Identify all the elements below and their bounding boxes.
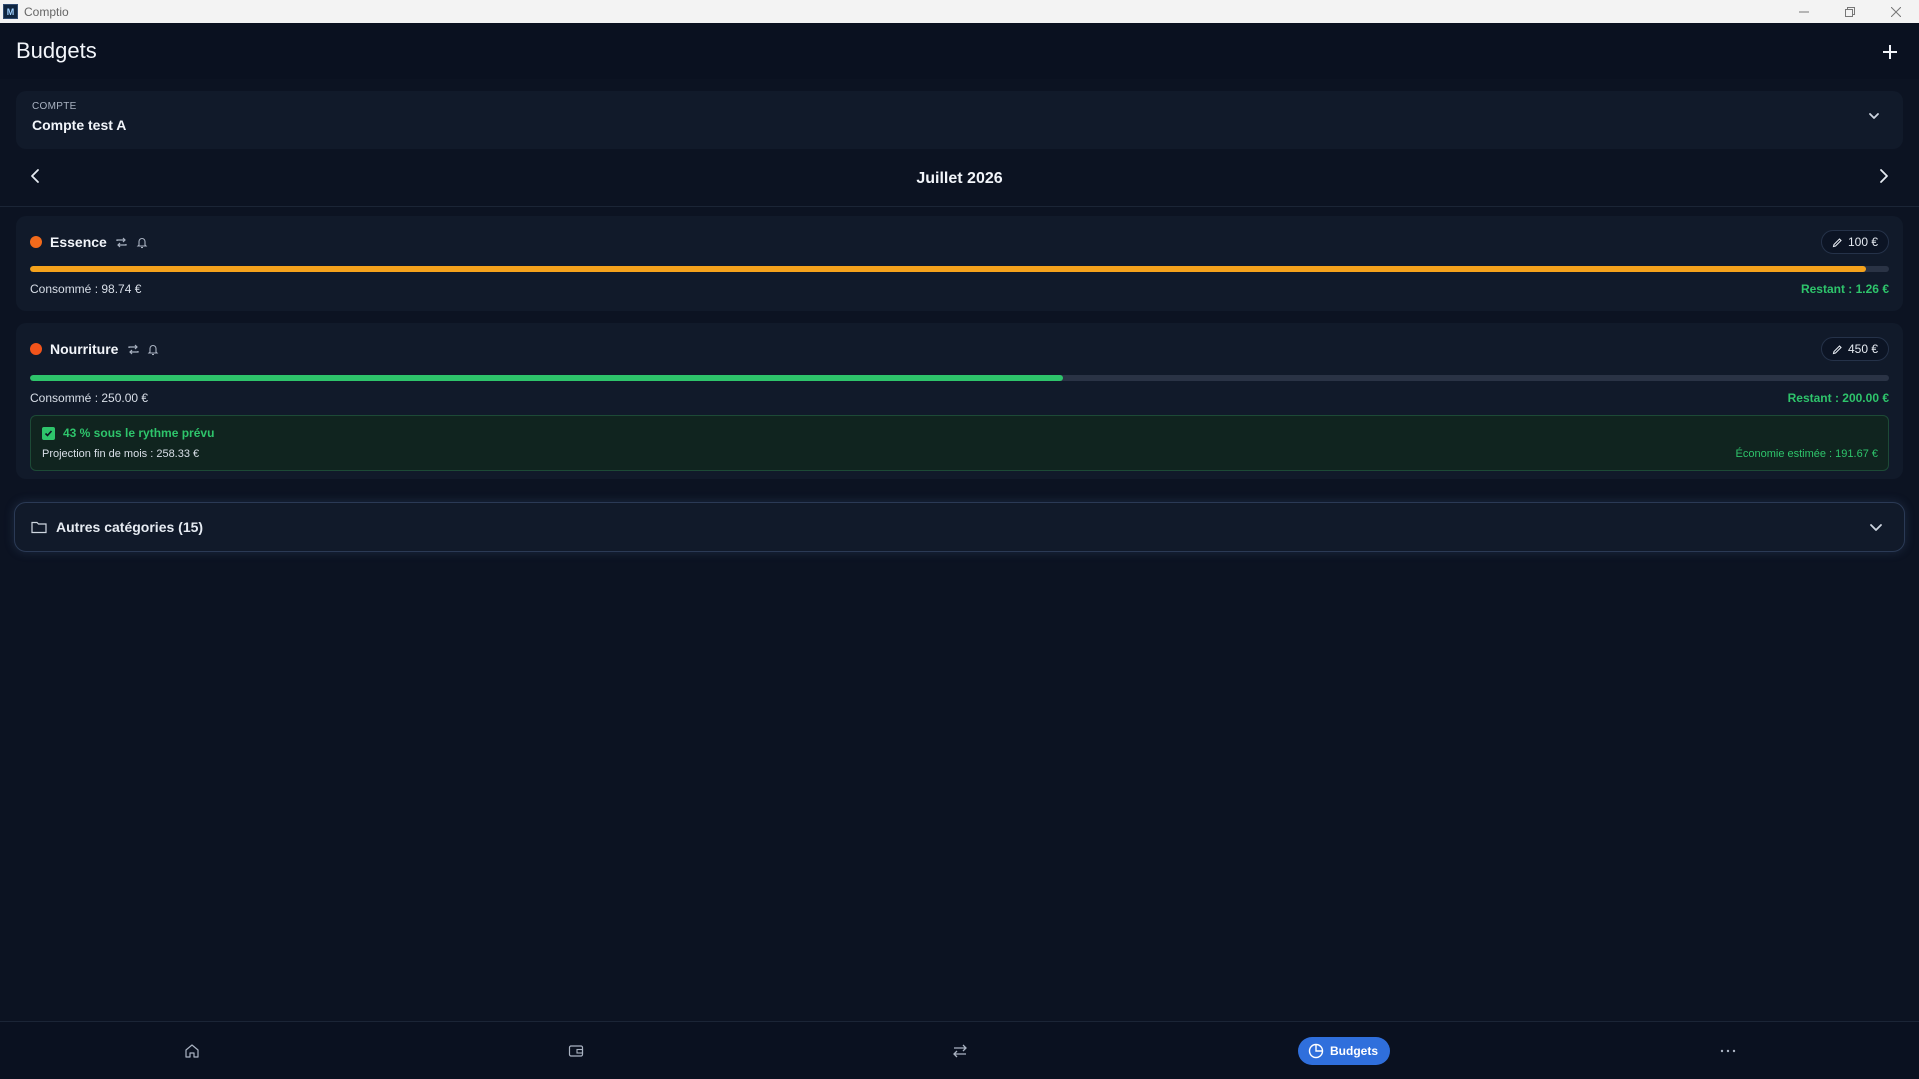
month-navigation: Juillet 2026 [0, 151, 1919, 207]
nav-budgets-label: Budgets [1330, 1044, 1378, 1058]
estimated-saving: Économie estimée : 191.67 € [1735, 448, 1878, 460]
home-icon [185, 1044, 199, 1058]
budget-progress-fill [30, 266, 1866, 272]
budget-card-header: Nourriture 450 € [30, 337, 1889, 361]
nav-more[interactable] [1708, 1022, 1748, 1079]
other-categories-label: Autres catégories (15) [56, 519, 204, 535]
app-logo-text: M [6, 6, 15, 17]
close-icon [1891, 6, 1901, 17]
account-value: Compte test A [32, 117, 127, 133]
page-title: Budgets [16, 38, 97, 63]
projection-subtitle: Projection fin de mois : 258.33 € [42, 448, 200, 460]
page-header: Budgets [0, 23, 1919, 79]
nav-home[interactable] [172, 1022, 212, 1079]
window-title: Comptio [24, 4, 69, 19]
pencil-icon [1832, 237, 1842, 247]
consumed-amount: Consommé : 98.74 € [30, 282, 142, 296]
edit-amount-button[interactable]: 100 € [1820, 230, 1889, 254]
app-logo-icon: M [3, 4, 18, 19]
minimize-icon [1799, 11, 1809, 12]
wallet-icon [568, 1045, 584, 1057]
folder-icon [31, 521, 47, 534]
pie-chart-icon [1308, 1043, 1324, 1059]
nav-wallet[interactable] [556, 1022, 596, 1079]
nav-transfers[interactable] [940, 1022, 980, 1079]
recurring-icon[interactable] [115, 235, 129, 249]
chevron-down-icon [1870, 524, 1882, 531]
bell-icon[interactable] [146, 342, 160, 356]
budget-progress-bar [30, 266, 1889, 272]
recurring-icon[interactable] [126, 342, 140, 356]
chevron-down-icon [1869, 113, 1879, 119]
budget-amount: 100 € [1847, 235, 1878, 249]
budget-card-header: Essence 100 € [30, 230, 1889, 254]
budget-card[interactable]: Nourriture 450 € Consommé : 250.00 € Res… [16, 323, 1903, 479]
add-budget-button[interactable] [1877, 38, 1903, 64]
minimize-button[interactable] [1781, 0, 1827, 23]
chevron-left-icon [31, 169, 39, 183]
restore-button[interactable] [1827, 0, 1873, 23]
consumed-amount: Consommé : 250.00 € [30, 391, 149, 405]
projection-panel: 43 % sous le rythme prévu Projection fin… [30, 415, 1889, 471]
month-label: Juillet 2026 [916, 169, 1003, 187]
category-color-dot [30, 236, 42, 248]
category-name: Nourriture [50, 341, 119, 357]
budget-amount: 450 € [1847, 342, 1878, 356]
pencil-icon [1832, 344, 1842, 354]
budget-card[interactable]: Essence 100 € Consommé : 98.74 € Restant… [16, 216, 1903, 311]
category-color-dot [30, 343, 42, 355]
nav-budgets[interactable]: Budgets [1298, 1022, 1390, 1079]
budget-progress-fill [30, 375, 1063, 381]
restore-icon [1845, 6, 1855, 17]
more-icon [1720, 1049, 1736, 1053]
next-month-button[interactable] [1875, 167, 1891, 190]
window-controls [1781, 0, 1919, 23]
projection-status: 43 % sous le rythme prévu [42, 426, 214, 440]
previous-month-button[interactable] [28, 167, 44, 190]
edit-amount-button[interactable]: 450 € [1820, 337, 1889, 361]
bottom-navigation: Budgets [0, 1021, 1919, 1079]
category-name: Essence [50, 234, 107, 250]
other-categories-toggle[interactable]: Autres catégories (15) [14, 502, 1905, 552]
account-label: COMPTE [32, 101, 77, 112]
transfer-icon [953, 1044, 967, 1058]
projection-title: 43 % sous le rythme prévu [63, 426, 215, 440]
remaining-amount: Restant : 1.26 € [1800, 282, 1889, 296]
check-icon [42, 426, 55, 440]
remaining-amount: Restant : 200.00 € [1787, 391, 1889, 405]
chevron-right-icon [1880, 169, 1888, 183]
budget-progress-bar [30, 375, 1889, 381]
bell-icon[interactable] [135, 235, 149, 249]
plus-icon [1883, 45, 1897, 59]
close-button[interactable] [1873, 0, 1919, 23]
nav-budgets-pill: Budgets [1298, 1037, 1390, 1065]
account-selector[interactable]: COMPTE Compte test A [16, 91, 1903, 149]
window-title-bar: M Comptio [0, 0, 1919, 23]
